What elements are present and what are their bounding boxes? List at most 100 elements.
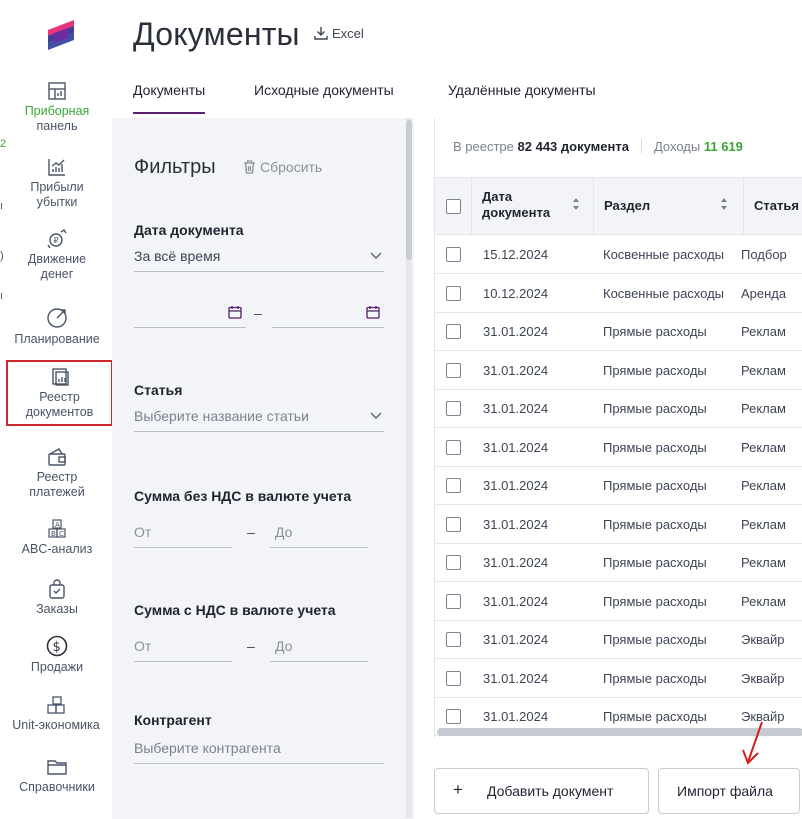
cell-section: Прямые расходы [603, 401, 707, 416]
table-row[interactable]: 31.01.2024 Прямые расходы Реклам [435, 544, 802, 582]
row-checkbox[interactable] [446, 709, 461, 724]
chevron-down-icon [370, 252, 382, 259]
red-arrow-annotation [742, 721, 763, 765]
row-checkbox[interactable] [446, 516, 461, 532]
tab-documents[interactable]: Документы [133, 82, 206, 114]
nav-item-cash-flow[interactable]: ₽ Движение денег [6, 228, 108, 282]
sum-vat-to-input[interactable]: До [270, 636, 368, 662]
cell-date: 31.01.2024 [483, 593, 549, 609]
cell-article: Аренда [741, 285, 787, 301]
nav-label: документов [25, 405, 94, 419]
sum-vat-from-input[interactable]: От [134, 636, 232, 662]
date-filter-label: Дата документа [134, 222, 244, 238]
nav-label: Продажи [30, 660, 84, 674]
column-header-label: Дата документа [482, 189, 551, 220]
row-checkbox[interactable] [446, 362, 461, 378]
table-row[interactable]: 15.12.2024 Косвенные расходы Подбор [435, 236, 802, 274]
nav-label: Справочники [19, 780, 95, 794]
cell-section: Косвенные расходы [603, 247, 725, 262]
excel-export-button[interactable]: Excel [314, 26, 364, 41]
reset-label: Сбросить [260, 159, 323, 175]
table-row[interactable]: 31.01.2024 Прямые расходы Реклам [435, 429, 802, 467]
nav-label: платежей [29, 485, 85, 499]
row-checkbox[interactable] [446, 401, 461, 416]
table-row[interactable]: 31.01.2024 Прямые расходы Реклам [435, 506, 802, 544]
column-header-article[interactable]: Статья [743, 178, 802, 236]
row-checkbox[interactable] [446, 593, 461, 609]
nav-label: Движение [27, 252, 87, 266]
filters-title: Фильтры [134, 156, 216, 178]
edge-fragment: ı [0, 290, 4, 302]
table-row[interactable]: 10.12.2024 Косвенные расходы Аренда [435, 275, 802, 313]
add-document-button[interactable]: + Добавить документ [434, 768, 649, 814]
row-checkbox[interactable] [446, 247, 461, 262]
table-row[interactable]: 31.01.2024 Прямые расходы Эквайр [435, 621, 802, 659]
date-range-dash: – [254, 305, 262, 321]
sum-no-vat-to-input[interactable]: До [270, 522, 368, 548]
article-placeholder: Выберите название статьи [134, 408, 309, 424]
trash-icon [244, 160, 255, 174]
date-to-field[interactable] [272, 302, 384, 328]
nav-item-documents-registry[interactable]: Реестр документов [6, 360, 113, 426]
row-checkbox[interactable] [446, 324, 461, 339]
cell-article: Реклам [741, 555, 786, 570]
select-all-checkbox[interactable] [446, 199, 461, 214]
sum-no-vat-from-input[interactable]: От [134, 522, 232, 548]
row-checkbox[interactable] [446, 632, 461, 647]
nav-item-reference-books[interactable]: Справочники [6, 756, 108, 795]
row-checkbox[interactable] [446, 555, 461, 570]
filters-scroll-thumb[interactable] [406, 120, 412, 260]
table-row[interactable]: 31.01.2024 Прямые расходы Реклам [435, 467, 802, 505]
column-header-section[interactable]: Раздел [593, 178, 743, 236]
nav-item-sales[interactable]: $ Продажи [6, 634, 108, 675]
profit-chart-icon [48, 159, 65, 176]
cell-date: 10.12.2024 [483, 285, 549, 301]
boxes-icon [47, 696, 65, 714]
date-from-field[interactable] [134, 302, 246, 328]
sort-icon[interactable] [572, 197, 580, 211]
sort-icon[interactable] [720, 197, 728, 211]
row-checkbox[interactable] [446, 285, 461, 301]
cell-section: Прямые расходы [603, 709, 707, 724]
cell-article: Реклам [741, 478, 786, 493]
cell-date: 31.01.2024 [483, 516, 549, 532]
cell-article: Реклам [741, 439, 786, 455]
article-filter-label: Статья [134, 382, 183, 398]
nav-item-dashboard[interactable]: Приборная панель [6, 80, 108, 134]
table-row[interactable]: 31.01.2024 Прямые расходы Реклам [435, 352, 802, 390]
column-header-date[interactable]: Дата документа [471, 178, 593, 236]
from-placeholder: От [134, 638, 152, 654]
cell-article: Реклам [741, 401, 786, 416]
article-select[interactable]: Выберите название статьи [134, 406, 384, 432]
nav-item-payments-registry[interactable]: Реестр платежей [6, 446, 108, 500]
nav-item-orders[interactable]: Заказы [6, 578, 108, 617]
nav-item-profit-loss[interactable]: Прибыли убытки [6, 156, 108, 210]
import-file-button[interactable]: Импорт файла [658, 768, 800, 814]
nav-label: Прибыли [30, 180, 84, 194]
tab-source-documents[interactable]: Исходные документы [254, 82, 394, 98]
row-checkbox[interactable] [446, 478, 461, 493]
row-checkbox[interactable] [446, 670, 461, 686]
date-range-value: За всё время [134, 248, 221, 264]
to-placeholder: До [275, 524, 293, 540]
table-row[interactable]: 31.01.2024 Прямые расходы Реклам [435, 583, 802, 621]
nav-item-unit-economics[interactable]: Unit-экономика [0, 694, 112, 733]
nav-item-planning[interactable]: Планирование [6, 306, 108, 347]
table-row[interactable]: 31.01.2024 Прямые расходы Реклам [435, 313, 802, 351]
income-value: 11 619 [703, 139, 743, 154]
table-row[interactable]: 31.01.2024 Прямые расходы Эквайр [435, 660, 802, 698]
cell-section: Прямые расходы [603, 555, 707, 570]
wallet-icon [48, 448, 66, 466]
counterparty-select[interactable]: Выберите контрагента [134, 738, 384, 764]
table-row[interactable]: 31.01.2024 Прямые расходы Реклам [435, 390, 802, 428]
shopping-bag-icon [49, 579, 65, 599]
tab-deleted-documents[interactable]: Удалённые документы [448, 82, 596, 98]
app-logo[interactable] [44, 18, 74, 52]
date-range-select[interactable]: За всё время [134, 246, 384, 272]
row-checkbox[interactable] [446, 439, 461, 455]
plus-icon: + [453, 780, 463, 799]
nav-item-abc-analysis[interactable]: ABC ABC-анализ [6, 518, 108, 557]
calendar-icon [228, 306, 242, 319]
reset-filters-button[interactable]: Сбросить [243, 159, 322, 175]
nav-label: убытки [36, 195, 78, 209]
